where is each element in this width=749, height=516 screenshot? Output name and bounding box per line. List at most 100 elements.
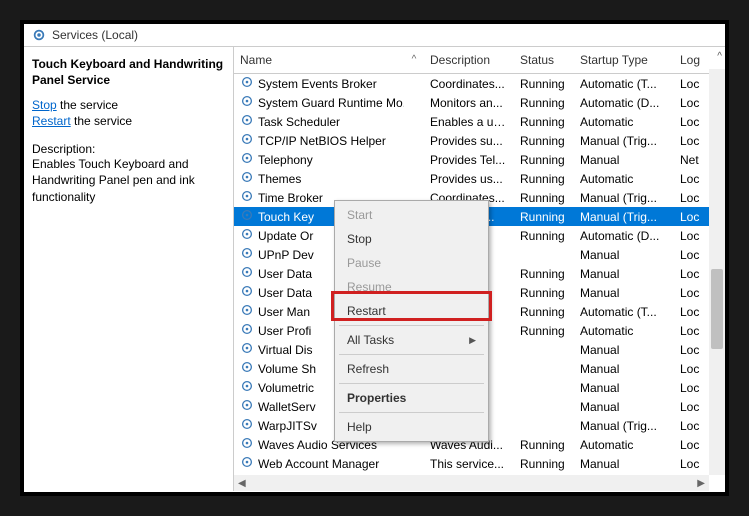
cell-name: Task Scheduler [234,111,404,132]
cell-startup: Manual [574,246,674,264]
service-gear-icon [240,170,254,187]
cell-status [514,367,574,371]
col-header-status[interactable]: Status [514,51,574,69]
service-gear-icon [240,246,254,263]
cell-description: Enables a us... [424,113,514,131]
scroll-left-icon[interactable]: ◀ [238,478,246,489]
service-row[interactable]: TCP/IP NetBIOS HelperProvides su...Runni… [234,131,725,150]
titlebar: Services (Local) [24,24,725,47]
service-name-text: UPnP Dev [258,248,314,262]
menu-separator [339,325,484,326]
service-gear-icon [240,132,254,149]
service-name-text: System Guard Runtime Mo... [258,96,404,110]
service-gear-icon [240,303,254,320]
cell-startup: Manual (Trig... [574,132,674,150]
submenu-arrow-icon: ▶ [469,335,476,346]
service-name-text: User Data [258,286,312,300]
service-row[interactable]: Task SchedulerEnables a us...RunningAuto… [234,112,725,131]
cell-log: Loc [674,455,714,473]
cell-status: Running [514,151,574,169]
restart-service-line: Restart the service [32,114,225,128]
service-gear-icon [240,113,254,130]
horizontal-scrollbar[interactable]: ◀ ▶ [234,475,709,491]
col-header-name[interactable]: Name [234,51,404,69]
service-gear-icon [240,284,254,301]
scroll-right-icon[interactable]: ▶ [697,478,705,489]
cell-description: Provides Tel... [424,151,514,169]
cell-startup: Manual (Trig... [574,189,674,207]
stop-link[interactable]: Stop [32,98,57,112]
grid-header: Name ^ Description Status Startup Type L… [234,47,725,74]
restart-suffix: the service [71,114,132,128]
menu-start: Start [335,203,488,227]
service-name-text: Touch Key [258,210,314,224]
cell-status: Running [514,227,574,245]
menu-properties[interactable]: Properties [335,386,488,410]
service-gear-icon [240,94,254,111]
menu-separator [339,383,484,384]
cell-name: Web Account Manager [234,453,404,474]
cell-startup: Manual [574,455,674,473]
service-gear-icon [240,436,254,453]
service-row[interactable]: System Events BrokerCoordinates...Runnin… [234,74,725,93]
service-gear-icon [240,455,254,472]
cell-description: Provides su... [424,132,514,150]
cell-startup: Automatic (T... [574,303,674,321]
service-name-text: WarpJITSv [258,419,317,433]
service-name-text: Virtual Dis [258,343,312,357]
cell-status: Running [514,265,574,283]
selected-service-title: Touch Keyboard and Handwriting Panel Ser… [32,57,225,88]
description-label: Description: [32,142,225,156]
menu-stop[interactable]: Stop [335,227,488,251]
cell-startup: Automatic (D... [574,227,674,245]
cell-status: Running [514,322,574,340]
cell-name: System Guard Runtime Mo... [234,92,404,113]
service-gear-icon [240,360,254,377]
description-text: Enables Touch Keyboard and Handwriting P… [32,156,225,205]
cell-log: Loc [674,246,714,264]
menu-resume: Resume [335,275,488,299]
service-name-text: Telephony [258,153,313,167]
service-row[interactable]: TelephonyProvides Tel...RunningManualNet [234,150,725,169]
cell-status: Running [514,436,574,454]
cell-description: Monitors an... [424,94,514,112]
restart-link[interactable]: Restart [32,114,71,128]
service-row[interactable]: System Guard Runtime Mo... Monitors an...… [234,93,725,112]
service-gear-icon [240,398,254,415]
cell-log: Loc [674,170,714,188]
scroll-up-caret: ^ [717,51,722,62]
cell-status [514,386,574,390]
cell-status [514,405,574,409]
menu-refresh[interactable]: Refresh [335,357,488,381]
service-name-text: User Profi [258,324,311,338]
cell-startup: Manual [574,265,674,283]
cell-status [514,348,574,352]
cell-log: Loc [674,75,714,93]
cell-status: Running [514,75,574,93]
cell-status [514,424,574,428]
cell-log: Loc [674,94,714,112]
cell-log: Loc [674,341,714,359]
col-header-description[interactable]: Description [424,51,514,69]
menu-all-tasks[interactable]: All Tasks ▶ [335,328,488,352]
details-pane: Touch Keyboard and Handwriting Panel Ser… [24,47,234,491]
cell-log: Loc [674,303,714,321]
cell-startup: Automatic [574,322,674,340]
menu-restart[interactable]: Restart [335,299,488,323]
col-header-startup[interactable]: Startup Type [574,51,674,69]
menu-help[interactable]: Help [335,415,488,439]
scrollbar-thumb[interactable] [711,269,723,349]
vertical-scrollbar[interactable] [709,69,725,475]
col-header-log[interactable]: Log [674,51,714,69]
titlebar-text: Services (Local) [52,28,138,42]
service-row[interactable]: Web Account ManagerThis service...Runnin… [234,454,725,473]
service-row[interactable]: ThemesProvides us...RunningAutomaticLoc [234,169,725,188]
cell-status: Running [514,303,574,321]
service-name-text: Update Or [258,229,313,243]
cell-startup: Manual [574,284,674,302]
menu-pause: Pause [335,251,488,275]
cell-description: Coordinates... [424,75,514,93]
cell-status: Running [514,284,574,302]
service-name-text: Web Account Manager [258,457,379,471]
cell-log: Loc [674,284,714,302]
